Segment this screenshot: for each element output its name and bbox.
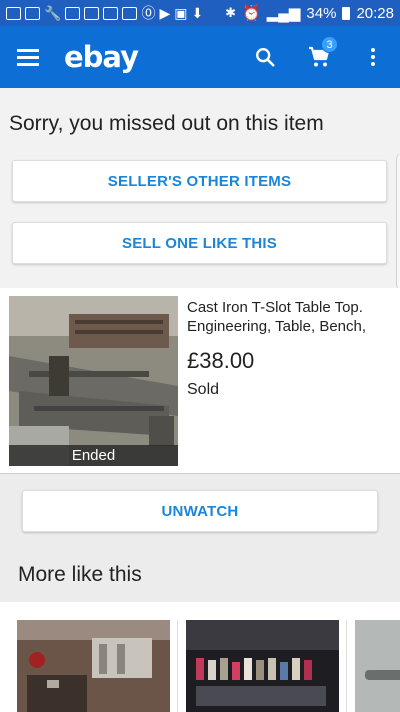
side-panel-edge [396,152,400,292]
cart-count-badge: 3 [321,36,338,53]
news-icon-2 [122,6,138,20]
item-title[interactable]: Cast Iron T-Slot Table Top. Engineering,… [187,298,392,336]
bluetooth-icon: ✱ [225,5,237,20]
item-photo[interactable]: Ended [9,296,178,466]
sellers-other-items-button[interactable]: SELLER'S OTHER ITEMS [12,160,387,202]
alarm-icon: ⏰ [242,5,261,22]
more-like-this-carousel[interactable] [0,602,400,712]
battery-icon [342,6,351,20]
similar-item-thumbnail[interactable] [355,620,400,712]
gmail-icon [65,6,81,20]
sell-one-like-this-button[interactable]: SELL ONE LIKE THIS [12,222,387,264]
app-icon: ▣ [174,4,188,21]
news-icon [103,6,119,20]
download-icon: ⬇ [191,4,204,21]
app-bar: ebay 3 [0,26,400,88]
missed-out-heading: Sorry, you missed out on this item [9,112,324,135]
ebay-logo[interactable]: ebay [64,40,139,74]
watch-actions: UNWATCH More like this [0,474,400,602]
item-status: Sold [187,381,220,398]
gallery-icon [25,6,40,20]
image-icon [84,6,100,20]
missed-out-section: Sorry, you missed out on this item SELLE… [0,88,400,292]
menu-button[interactable] [0,26,56,88]
similar-item-thumbnail[interactable] [17,620,170,712]
mail-icon [6,6,21,20]
similar-item-image [186,620,339,712]
more-like-this-heading: More like this [18,563,142,586]
item-card[interactable]: Ended Cast Iron T-Slot Table Top. Engine… [0,288,400,474]
similar-item-thumbnail[interactable] [186,620,339,712]
more-options-button[interactable] [346,26,400,88]
notification-icons: 🔧 ⓪ ▶ ▣ ⬇ [6,3,203,23]
item-price: £38.00 [187,348,255,373]
more-vert-icon [371,48,375,66]
youtube-icon: ▶ [159,4,171,21]
clock: 20:28 [356,4,394,22]
search-button[interactable] [238,26,292,88]
search-icon [256,48,275,67]
similar-item-image [17,620,170,712]
battery-level: 34% [306,4,337,22]
signal-icon: ▂▄▆ [266,5,301,22]
thumbnail-divider [346,620,347,712]
similar-item-image [355,620,400,712]
unwatch-button[interactable]: UNWATCH [22,490,378,532]
shield-icon: ⓪ [141,5,156,21]
wrench-icon: 🔧 [44,4,62,21]
ended-badge: Ended [9,445,178,466]
menu-icon [17,49,39,66]
item-image [9,296,178,466]
thumbnail-divider [177,620,178,712]
status-bar: 🔧 ⓪ ▶ ▣ ⬇ ✱ ⏰ ▂▄▆ 34% 20:28 [0,0,400,26]
cart-button[interactable]: 3 [292,26,346,88]
